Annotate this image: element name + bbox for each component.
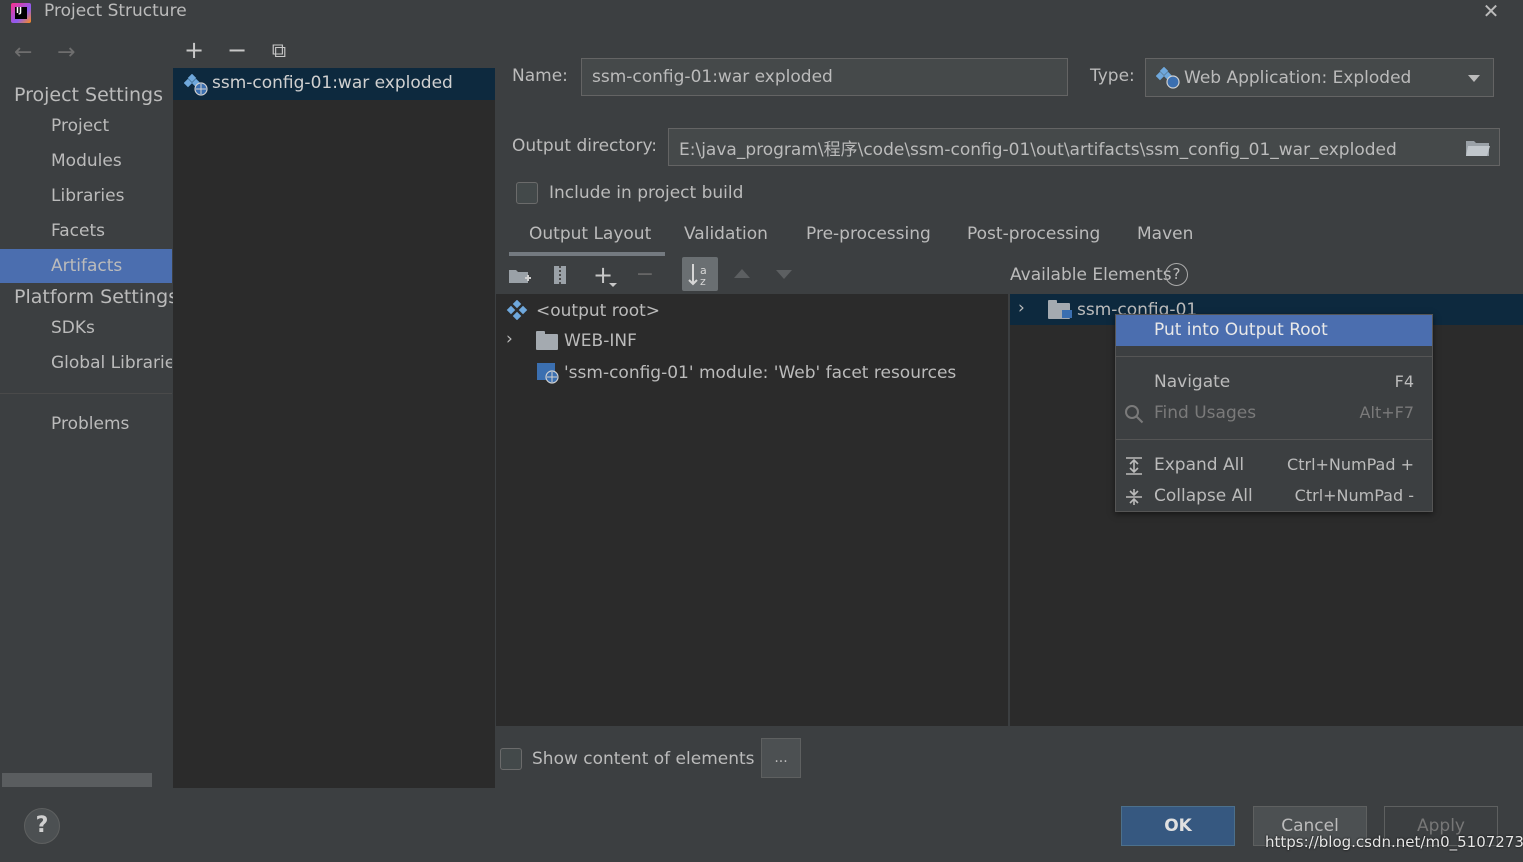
artifact-list: ssm-config-01:war exploded bbox=[173, 68, 495, 788]
menu-shortcut: Ctrl+NumPad + bbox=[1287, 455, 1414, 474]
context-menu: Put into Output Root Navigate F4 Find Us… bbox=[1115, 314, 1433, 512]
artifact-name: ssm-config-01:war exploded bbox=[212, 73, 453, 93]
sidebar-item-global-libraries[interactable]: Global Librarie bbox=[0, 346, 172, 380]
close-window-button[interactable]: ✕ bbox=[1480, 0, 1502, 22]
move-up-icon[interactable] bbox=[734, 269, 750, 278]
search-icon bbox=[1125, 405, 1144, 424]
tab-validation[interactable]: Validation bbox=[684, 224, 768, 244]
output-directory-field[interactable] bbox=[668, 128, 1500, 166]
artifact-list-item[interactable]: ssm-config-01:war exploded bbox=[173, 68, 495, 100]
remove-element-icon[interactable]: − bbox=[632, 262, 658, 288]
copy-artifact-button[interactable]: ⧉ bbox=[265, 36, 293, 64]
sidebar-item-libraries[interactable]: Libraries bbox=[0, 179, 172, 213]
menu-label: Find Usages bbox=[1154, 403, 1257, 423]
ok-button[interactable]: OK bbox=[1121, 806, 1235, 846]
tree-label: 'ssm-config-01' module: 'Web' facet reso… bbox=[564, 363, 957, 383]
sidebar-item-artifacts[interactable]: Artifacts bbox=[0, 249, 172, 283]
chevron-down-icon bbox=[1468, 75, 1480, 82]
platform-settings-header: Platform Settings bbox=[14, 286, 179, 308]
show-content-options-button[interactable]: ... bbox=[761, 738, 801, 778]
menu-shortcut: F4 bbox=[1394, 372, 1414, 391]
sidebar-item-project[interactable]: Project bbox=[0, 109, 172, 143]
chevron-right-icon[interactable]: › bbox=[1018, 298, 1025, 318]
sidebar-item-sdks[interactable]: SDKs bbox=[0, 311, 172, 345]
menu-item-find-usages[interactable]: Find Usages Alt+F7 bbox=[1116, 398, 1432, 429]
show-content-checkbox[interactable] bbox=[500, 748, 522, 770]
window-title: Project Structure bbox=[44, 1, 187, 21]
sidebar-scrollbar[interactable] bbox=[2, 773, 152, 787]
name-field[interactable] bbox=[581, 58, 1068, 96]
add-artifact-button[interactable]: + bbox=[180, 36, 208, 64]
watermark-text: https://blog.csdn.net/m0_51072735 bbox=[1265, 833, 1523, 851]
name-label: Name: bbox=[512, 66, 568, 86]
create-directory-icon[interactable] bbox=[507, 262, 533, 288]
project-settings-header: Project Settings bbox=[14, 84, 163, 106]
show-content-label: Show content of elements bbox=[532, 749, 755, 769]
web-app-icon bbox=[1156, 67, 1180, 89]
remove-artifact-button[interactable]: − bbox=[223, 36, 251, 64]
sidebar-item-modules[interactable]: Modules bbox=[0, 144, 172, 178]
forward-arrow-icon[interactable]: → bbox=[57, 40, 75, 65]
back-arrow-icon[interactable]: ← bbox=[14, 40, 32, 65]
menu-separator bbox=[1116, 356, 1432, 357]
menu-label: Put into Output Root bbox=[1154, 320, 1328, 340]
move-down-icon[interactable] bbox=[776, 270, 792, 279]
module-badge-icon bbox=[1062, 310, 1072, 318]
output-root-icon bbox=[506, 300, 528, 320]
active-tab-indicator bbox=[509, 252, 665, 256]
tree-row-facet-resources[interactable]: 'ssm-config-01' module: 'Web' facet reso… bbox=[496, 358, 1008, 388]
folder-icon bbox=[536, 331, 558, 350]
browse-folder-icon[interactable] bbox=[1465, 138, 1491, 158]
collapse-all-icon bbox=[1126, 489, 1142, 505]
svg-text:z: z bbox=[700, 275, 706, 288]
menu-item-collapse-all[interactable]: Collapse All Ctrl+NumPad - bbox=[1116, 481, 1432, 512]
web-facet-icon bbox=[537, 363, 559, 384]
menu-label: Navigate bbox=[1154, 372, 1231, 392]
available-elements-label: Available Elements bbox=[1010, 265, 1172, 285]
menu-item-put-into-output-root[interactable]: Put into Output Root bbox=[1116, 315, 1432, 346]
menu-shortcut: Ctrl+NumPad - bbox=[1294, 486, 1414, 505]
sidebar-divider bbox=[0, 393, 172, 394]
tree-label: <output root> bbox=[536, 301, 661, 321]
tab-post-processing[interactable]: Post-processing bbox=[967, 224, 1100, 244]
add-dropdown-arrow-icon bbox=[609, 283, 617, 287]
chevron-right-icon[interactable]: › bbox=[506, 329, 513, 349]
tree-label: WEB-INF bbox=[564, 331, 637, 351]
tab-output-layout[interactable]: Output Layout bbox=[529, 224, 651, 244]
create-archive-icon[interactable] bbox=[547, 262, 573, 288]
help-button[interactable]: ? bbox=[24, 808, 60, 844]
war-exploded-icon bbox=[184, 74, 208, 96]
type-value: Web Application: Exploded bbox=[1184, 68, 1412, 88]
tab-maven[interactable]: Maven bbox=[1137, 224, 1193, 244]
expand-all-icon bbox=[1126, 457, 1142, 475]
sidebar-item-facets[interactable]: Facets bbox=[0, 214, 172, 248]
menu-label: Expand All bbox=[1154, 455, 1245, 475]
menu-label: Collapse All bbox=[1154, 486, 1253, 506]
sort-elements-icon[interactable]: a z bbox=[682, 257, 718, 291]
output-directory-label: Output directory: bbox=[512, 136, 657, 156]
title-bar: IJ Project Structure ✕ bbox=[0, 0, 1523, 26]
menu-item-expand-all[interactable]: Expand All Ctrl+NumPad + bbox=[1116, 450, 1432, 481]
menu-shortcut: Alt+F7 bbox=[1359, 403, 1414, 422]
tab-pre-processing[interactable]: Pre-processing bbox=[806, 224, 931, 244]
include-in-build-checkbox[interactable] bbox=[516, 182, 538, 204]
available-elements-help-icon[interactable]: ? bbox=[1165, 263, 1188, 286]
menu-item-navigate[interactable]: Navigate F4 bbox=[1116, 367, 1432, 398]
output-layout-tree: <output root> › WEB-INF 'ssm-config-01' … bbox=[496, 294, 1008, 726]
type-label: Type: bbox=[1090, 66, 1135, 86]
sidebar-item-problems[interactable]: Problems bbox=[0, 407, 172, 441]
tree-row-output-root[interactable]: <output root> bbox=[496, 296, 1008, 326]
intellij-logo-icon: IJ bbox=[11, 3, 31, 23]
menu-separator bbox=[1116, 439, 1432, 440]
tree-row-web-inf[interactable]: › WEB-INF bbox=[496, 326, 1008, 356]
type-dropdown[interactable]: Web Application: Exploded bbox=[1145, 58, 1494, 97]
include-in-build-label: Include in project build bbox=[549, 183, 744, 203]
